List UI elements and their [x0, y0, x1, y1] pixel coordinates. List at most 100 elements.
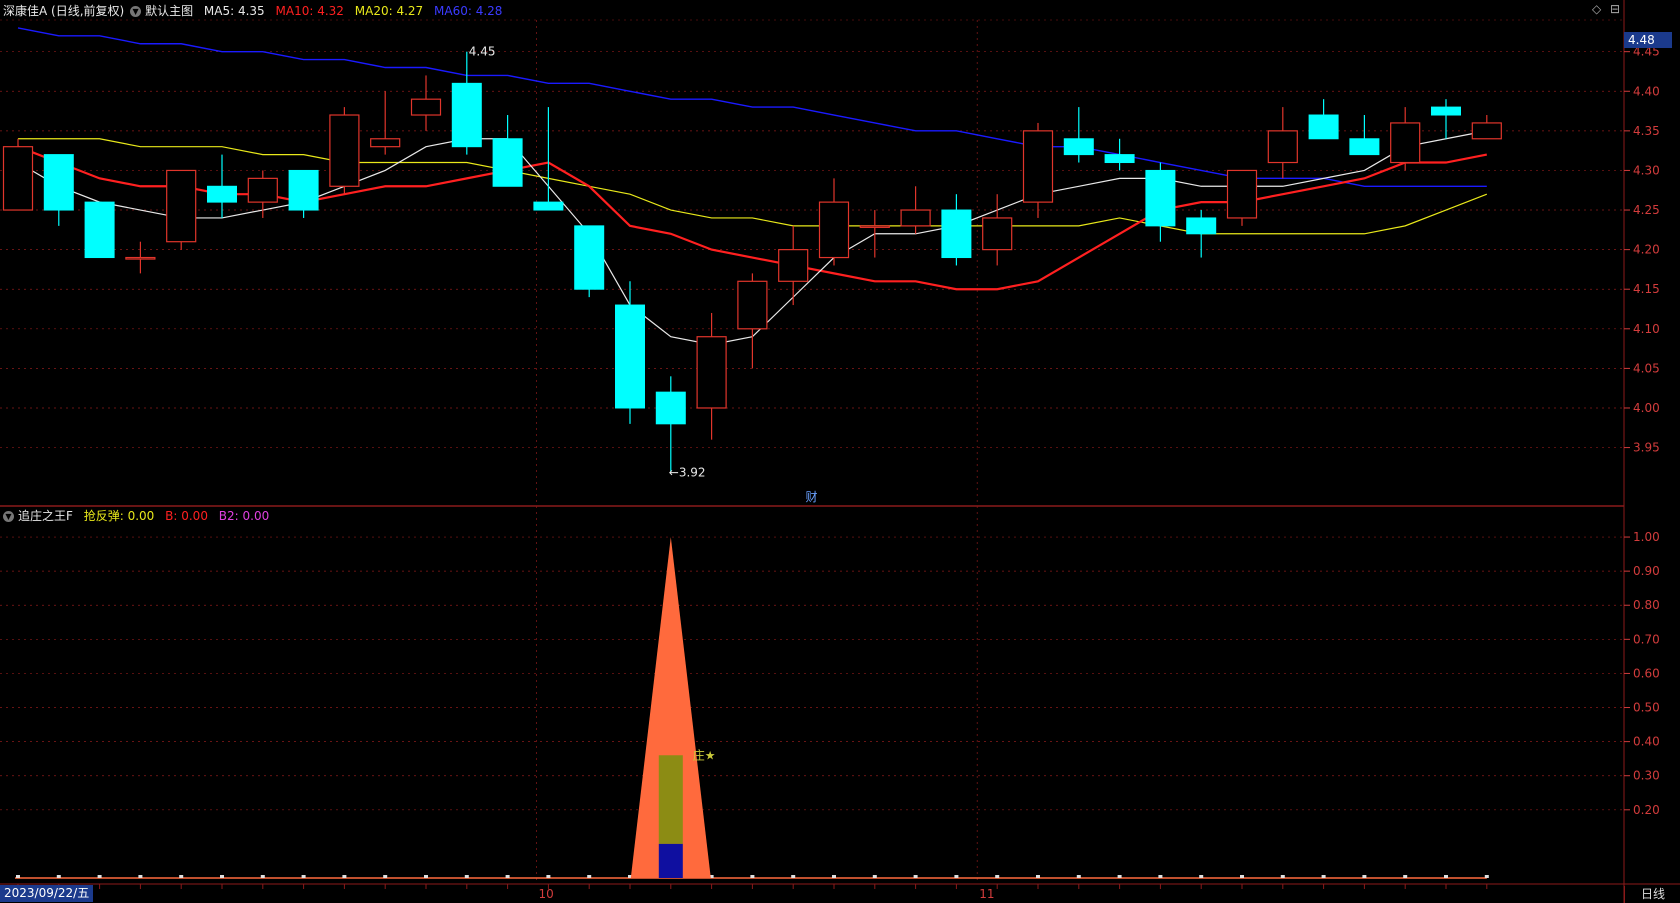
indicator-dot — [97, 875, 102, 878]
indicator-name[interactable]: 追庄之王F — [18, 509, 73, 523]
indicator-dot — [995, 875, 1000, 878]
candle-body — [778, 249, 809, 282]
candle-body — [43, 154, 74, 211]
indicator-dot — [1484, 875, 1489, 878]
indicator-dot — [1199, 875, 1204, 878]
candle-body — [1063, 138, 1094, 156]
candle-body — [859, 225, 890, 228]
indicator-dot — [1036, 875, 1040, 878]
candle-body — [900, 209, 931, 227]
indicator-dot — [138, 875, 143, 878]
candle-body — [982, 217, 1013, 251]
price-tick-label: 3.95 — [1633, 441, 1660, 455]
price-tick-label: 4.35 — [1633, 124, 1660, 138]
indicator-dot — [424, 875, 428, 878]
price-tick-label: 4.20 — [1633, 243, 1660, 257]
candle-body — [1390, 122, 1421, 164]
indicator-dot — [220, 875, 224, 878]
candle-body — [1145, 169, 1176, 227]
indicator-tick-label: 0.40 — [1633, 735, 1660, 749]
candle-body — [737, 280, 768, 330]
candle-body — [1471, 122, 1502, 140]
indicator-dot — [1444, 875, 1448, 878]
indicator-tick-label: 1.00 — [1633, 530, 1660, 544]
candle-body — [1186, 217, 1217, 235]
candle-body — [655, 391, 686, 425]
indicator-dot — [179, 875, 184, 878]
indicator-dot — [1362, 875, 1367, 878]
template-name[interactable]: 默认主图 — [145, 4, 193, 18]
candle-body — [533, 201, 564, 211]
candle-body — [818, 201, 850, 259]
indicator-dot — [464, 875, 469, 878]
indicator-tick-label: 0.60 — [1633, 666, 1660, 680]
indicator-tick-label: 0.50 — [1633, 701, 1660, 715]
candle-body — [615, 304, 645, 409]
last-price-tag: 4.48 — [1624, 32, 1672, 48]
indicator-dot — [260, 875, 265, 878]
template-dropdown-icon[interactable]: ▼ — [130, 6, 142, 17]
candle-body — [125, 256, 156, 260]
b2-legend: B2: 0.00 — [218, 509, 270, 523]
candle-body — [941, 209, 972, 259]
indicator-tick-label: 0.80 — [1633, 598, 1660, 612]
indicator-dot — [1403, 875, 1408, 878]
candle-body — [2, 146, 34, 211]
finance-marker: 财 — [805, 490, 817, 504]
ma10-legend: MA10: 4.32 — [275, 4, 344, 18]
signal-bar-blue — [658, 843, 683, 878]
collapse-panel-icon[interactable]: ⊟ — [1610, 2, 1620, 16]
stock-name[interactable]: 深康佳A — [3, 4, 47, 18]
indicator-dropdown-icon[interactable]: ▼ — [3, 511, 14, 522]
b-legend: B: 0.00 — [165, 509, 208, 523]
candle-body — [1308, 114, 1339, 140]
indicator-tick-label: 0.20 — [1633, 803, 1660, 817]
signal-bar-olive — [658, 755, 683, 844]
indicator-dot — [832, 875, 836, 878]
candle-body — [1022, 130, 1054, 203]
candle-body — [410, 98, 442, 116]
period-label: (日线,前复权) — [51, 4, 125, 18]
indicator-dot — [505, 875, 510, 878]
indicator-dot — [342, 875, 347, 878]
candle-body — [574, 225, 605, 290]
chart-canvas[interactable]: 4.45 4.40 4.35 4.30 4.25 4.20 4.15 4.10 4.05 4.00… — [0, 0, 1680, 903]
indicator-dot — [56, 875, 61, 878]
candle-body — [1431, 106, 1461, 116]
price-tick-label: 4.15 — [1633, 282, 1660, 296]
indicator-dot — [750, 875, 755, 878]
candle-body — [370, 138, 401, 148]
indicator-dot — [1280, 875, 1285, 878]
candle-body — [207, 185, 237, 203]
candle-body — [166, 169, 197, 243]
month-label-nov: 11 — [979, 887, 994, 901]
indicator-dot — [383, 875, 388, 878]
candle-body — [247, 177, 278, 203]
indicator-tick-label: 0.90 — [1633, 564, 1660, 578]
cursor-date-label: 2023/09/22/五 — [0, 885, 94, 902]
candle-body — [329, 114, 360, 187]
price-tick-label: 4.40 — [1633, 84, 1660, 98]
indicator-dot — [1321, 875, 1326, 878]
diamond-toggle-icon[interactable]: ◇ — [1592, 2, 1601, 16]
candle-body — [1267, 130, 1298, 164]
indicator-header: ▼ 追庄之王F 抢反弹: 0.00 B: 0.00 B2: 0.00 — [3, 508, 276, 524]
chart-window[interactable]: 4.45 4.40 4.35 4.30 4.25 4.20 4.15 4.10 4.05 4.00… — [0, 0, 1680, 903]
signal-text: 庄★ — [693, 747, 716, 762]
price-tick-label: 4.10 — [1633, 322, 1660, 336]
month-label-oct: 10 — [539, 887, 554, 901]
indicator-dot — [1240, 875, 1244, 878]
price-tick-label: 4.00 — [1633, 401, 1660, 415]
indicator-dot — [791, 875, 796, 878]
timeframe-button[interactable]: 日线 — [1624, 886, 1680, 903]
rebound-legend: 抢反弹: 0.00 — [83, 509, 155, 523]
ma20-legend: MA20: 4.27 — [354, 4, 424, 18]
indicator-dot — [872, 875, 877, 878]
candle-body — [1104, 154, 1135, 164]
indicator-dot — [587, 875, 592, 878]
candle-body — [1226, 169, 1258, 219]
indicator-tick-label: 0.70 — [1633, 632, 1660, 646]
candle-body — [696, 336, 727, 409]
ma5-legend: MA5: 4.35 — [203, 4, 265, 18]
candle-body — [1349, 138, 1380, 156]
